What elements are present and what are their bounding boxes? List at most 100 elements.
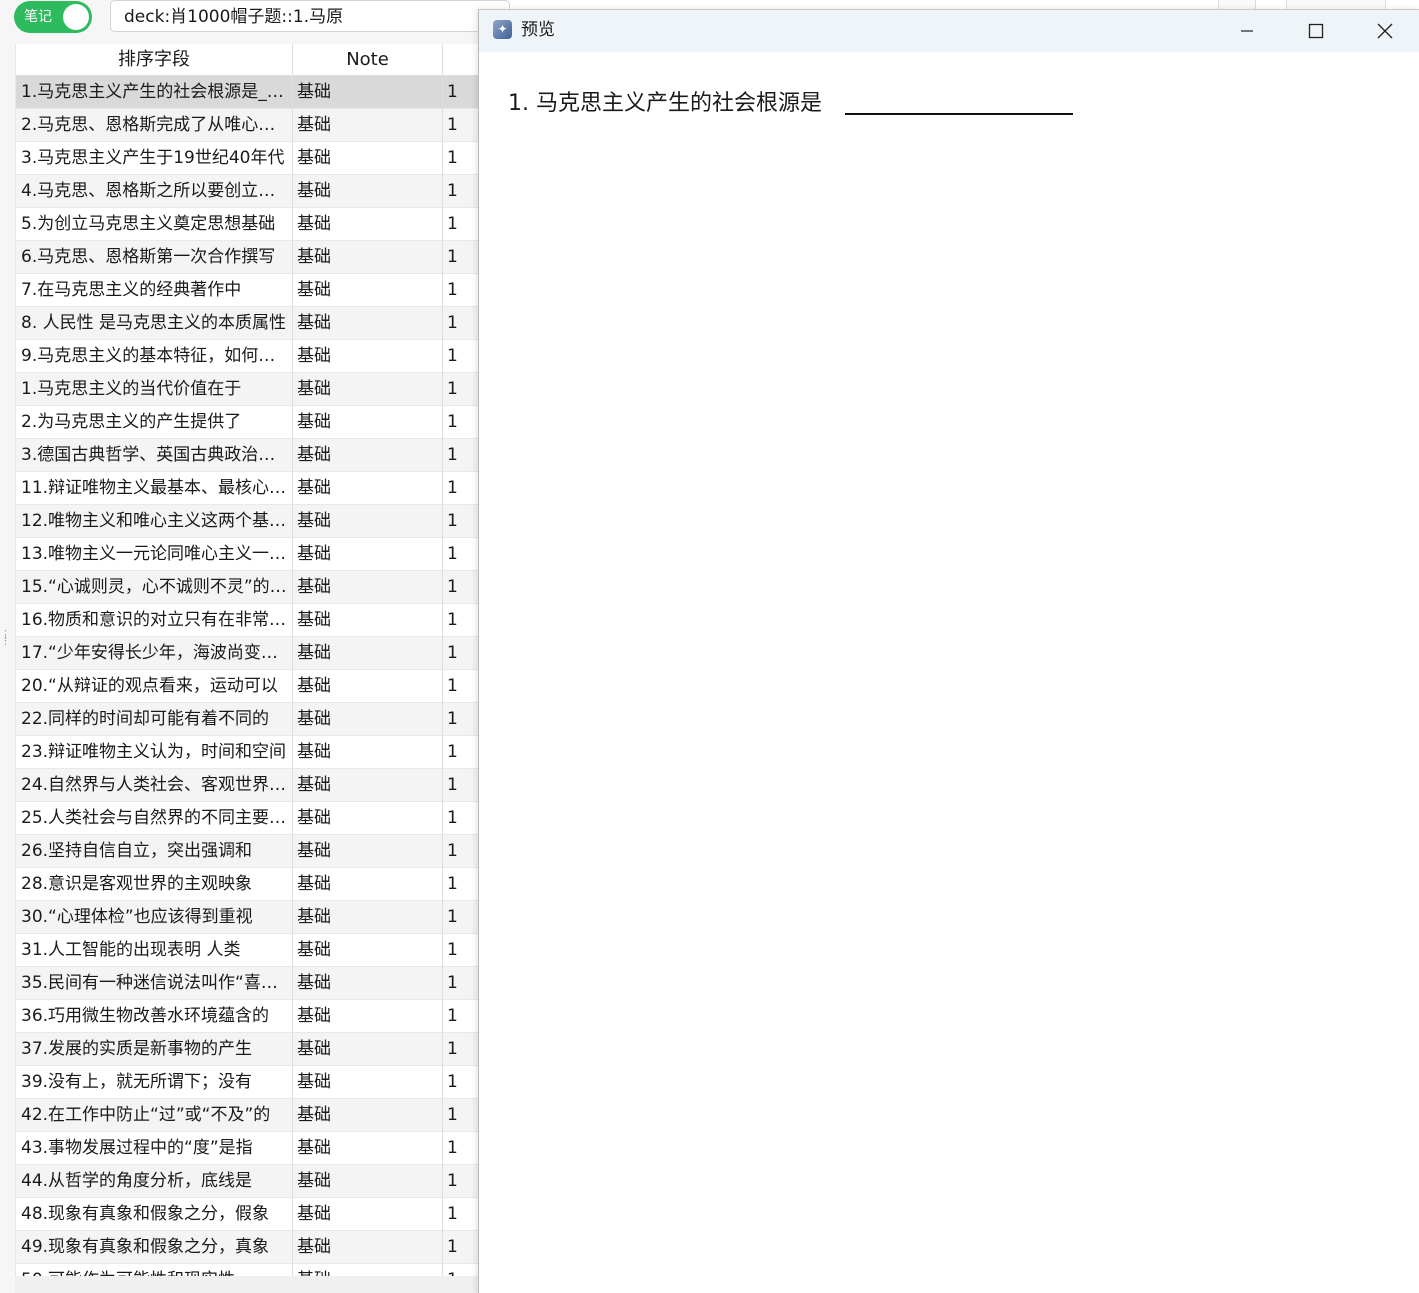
- minimize-icon: [1241, 30, 1253, 32]
- cell-count: 1: [447, 610, 458, 630]
- table-row[interactable]: 9.马克思主义的基本特征，如何理解 基础 1: [16, 340, 481, 373]
- table-row[interactable]: 12.唯物主义和唯心主义这两个基本派别基础 1: [16, 505, 481, 538]
- cell-note-type: 基础: [297, 1237, 331, 1257]
- table-row[interactable]: 26.坚持自信自立，突出强调和 基础 1: [16, 835, 481, 868]
- cell-count: 1: [447, 775, 458, 795]
- cell-sort-field: 35.民间有一种迷信说法叫作“喜鹊叫: [21, 973, 287, 993]
- table-row[interactable]: 4.马克思、恩格斯之所以要创立马克思主义基础 1: [16, 175, 481, 208]
- cell-sort-field: 7.在马克思主义的经典著作中: [21, 280, 242, 300]
- cell-sort-field: 43.事物发展过程中的“度”是指: [21, 1138, 253, 1158]
- cell-note-type: 基础: [297, 676, 331, 696]
- table-row[interactable]: 35.民间有一种迷信说法叫作“喜鹊叫 基础 1: [16, 967, 481, 1000]
- table-row[interactable]: 5.为创立马克思主义奠定思想基础 基础 1: [16, 208, 481, 241]
- cell-note-type: 基础: [297, 874, 331, 894]
- cell-count: 1: [447, 1072, 458, 1092]
- cell-count: 1: [447, 445, 458, 465]
- cell-count: 1: [447, 1204, 458, 1224]
- table-row[interactable]: 44.从哲学的角度分析，底线是 基础 1: [16, 1165, 481, 1198]
- table-row[interactable]: 42.在工作中防止“过”或“不及”的 基础 1: [16, 1099, 481, 1132]
- cell-note-type: 基础: [297, 709, 331, 729]
- table-row[interactable]: 28.意识是客观世界的主观映象 基础 1: [16, 868, 481, 901]
- cell-sort-field: 39.没有上，就无所谓下；没有: [21, 1072, 253, 1092]
- table-row[interactable]: 37.发展的实质是新事物的产生 基础 1: [16, 1033, 481, 1066]
- table-row[interactable]: 30.“心理体检”也应该得到重视 基础 1: [16, 901, 481, 934]
- table-row[interactable]: 16.物质和意识的对立只有在非常有限的范围内基础 1: [16, 604, 481, 637]
- cell-sort-field: 28.意识是客观世界的主观映象: [21, 874, 253, 894]
- cell-sort-field: 31.人工智能的出现表明 人类: [21, 940, 241, 960]
- cell-sort-field: 1.马克思主义产生的社会根源是________: [21, 82, 287, 102]
- cell-note-type: 基础: [297, 577, 331, 597]
- table-row[interactable]: 1.马克思主义产生的社会根源是________ 基础 1: [16, 76, 481, 109]
- table-row[interactable]: 43.事物发展过程中的“度”是指 基础 1: [16, 1132, 481, 1165]
- table-row[interactable]: 50.可能作为可能性和现实性基础 1: [16, 1264, 481, 1276]
- cell-count: 1: [447, 280, 458, 300]
- cell-count: 1: [447, 346, 458, 366]
- table-row[interactable]: 23.辩证唯物主义认为，时间和空间 基础 1: [16, 736, 481, 769]
- minimize-button[interactable]: [1219, 10, 1275, 52]
- cell-count: 1: [447, 412, 458, 432]
- preview-window: ✦ 预览 1. 马克思主义产生的社会根源是: [478, 9, 1419, 1293]
- cell-count: 1: [447, 577, 458, 597]
- cell-sort-field: 12.唯物主义和唯心主义这两个基本派别: [21, 511, 287, 531]
- cell-sort-field: 13.唯物主义一元论同唯心主义一元论: [21, 544, 287, 564]
- cell-count: 1: [447, 1105, 458, 1125]
- cell-note-type: 基础: [297, 1171, 331, 1191]
- horizontal-scrollbar[interactable]: [15, 1276, 480, 1293]
- table-row[interactable]: 20.“从辩证的观点看来，运动可以 基础 1: [16, 670, 481, 703]
- table-row[interactable]: 3.马克思主义产生于19世纪40年代 基础 1: [16, 142, 481, 175]
- table-row[interactable]: 17.“少年安得长少年，海波尚变为桑田” 基础 1: [16, 637, 481, 670]
- question-text: 1. 马克思主义产生的社会根源是: [508, 91, 822, 116]
- table-row[interactable]: 1.马克思主义的当代价值在于 基础 1: [16, 373, 481, 406]
- column-header-note[interactable]: Note: [293, 44, 442, 75]
- table-row[interactable]: 49.现象有真象和假象之分，真象 基础 1: [16, 1231, 481, 1264]
- table-row[interactable]: 6.马克思、恩格斯第一次合作撰写 基础 1: [16, 241, 481, 274]
- cell-count: 1: [447, 643, 458, 663]
- cell-note-type: 基础: [297, 115, 331, 135]
- close-button[interactable]: [1357, 10, 1413, 52]
- table-row[interactable]: 8. 人民性 是马克思主义的本质属性 基础 1: [16, 307, 481, 340]
- table-row[interactable]: 36.巧用微生物改善水环境蕴含的 基础 1: [16, 1000, 481, 1033]
- cell-note-type: 基础: [297, 511, 331, 531]
- cell-count: 1: [447, 544, 458, 564]
- table-row[interactable]: 39.没有上，就无所谓下；没有 基础 1: [16, 1066, 481, 1099]
- cell-note-type: 基础: [297, 247, 331, 267]
- cell-sort-field: 3.马克思主义产生于19世纪40年代: [21, 148, 285, 168]
- cell-note-type: 基础: [297, 1039, 331, 1059]
- table-row[interactable]: 2.为马克思主义的产生提供了 基础 1: [16, 406, 481, 439]
- table-row[interactable]: 3.德国古典哲学、英国古典政治经济学 基础 1: [16, 439, 481, 472]
- cell-sort-field: 50.可能作为可能性和现实性: [21, 1264, 287, 1276]
- cell-note-type: 基础: [297, 808, 331, 828]
- notes-mode-toggle[interactable]: 笔记: [14, 1, 92, 33]
- cell-count: 1: [447, 709, 458, 729]
- cell-sort-field: 49.现象有真象和假象之分，真象: [21, 1237, 270, 1257]
- splitter-handle[interactable]: ⋮ ⋮: [0, 629, 11, 650]
- column-header-count[interactable]: [443, 44, 481, 75]
- cell-sort-field: 24.自然界与人类社会、客观世界与主观世界: [21, 775, 287, 795]
- table-row[interactable]: 13.唯物主义一元论同唯心主义一元论 基础 1: [16, 538, 481, 571]
- table-row[interactable]: 2.马克思、恩格斯完成了从唯心主义到唯物主义基础 1: [16, 109, 481, 142]
- table-body: 1.马克思主义产生的社会根源是________ 基础 1 2.马克思、恩格斯完成了从唯…: [16, 76, 481, 1276]
- maximize-button[interactable]: [1287, 10, 1343, 52]
- cell-sort-field: 26.坚持自信自立，突出强调和: [21, 841, 253, 861]
- cell-note-type: 基础: [297, 610, 331, 630]
- column-header-sort-field[interactable]: 排序字段: [16, 44, 292, 75]
- table-row[interactable]: 25.人类社会与自然界的不同主要在于 基础 1: [16, 802, 481, 835]
- search-input[interactable]: deck:肖1000帽子题::1.马原: [110, 0, 510, 32]
- cell-count: 1: [447, 874, 458, 894]
- window-titlebar[interactable]: ✦ 预览: [479, 10, 1419, 52]
- table-row[interactable]: 48.现象有真象和假象之分，假象 基础 1: [16, 1198, 481, 1231]
- cell-count: 1: [447, 379, 458, 399]
- cell-count: 1: [447, 1171, 458, 1191]
- search-query: deck:肖1000帽子题::1.马原: [124, 7, 344, 27]
- table-row[interactable]: 22.同样的时间却可能有着不同的 基础 1: [16, 703, 481, 736]
- table-row[interactable]: 11.辩证唯物主义最基本、最核心的观点基础 1: [16, 472, 481, 505]
- table-row[interactable]: 24.自然界与人类社会、客观世界与主观世界基础 1: [16, 769, 481, 802]
- cell-count: 1: [447, 1264, 477, 1276]
- cell-sort-field: 5.为创立马克思主义奠定思想基础: [21, 214, 276, 234]
- cell-sort-field: 44.从哲学的角度分析，底线是: [21, 1171, 253, 1191]
- cell-count: 1: [447, 511, 458, 531]
- cell-sort-field: 48.现象有真象和假象之分，假象: [21, 1204, 270, 1224]
- table-row[interactable]: 31.人工智能的出现表明 人类 基础 1: [16, 934, 481, 967]
- table-row[interactable]: 15.“心诚则灵，心不诚则不灵”的观点 基础 1: [16, 571, 481, 604]
- table-row[interactable]: 7.在马克思主义的经典著作中 基础 1: [16, 274, 481, 307]
